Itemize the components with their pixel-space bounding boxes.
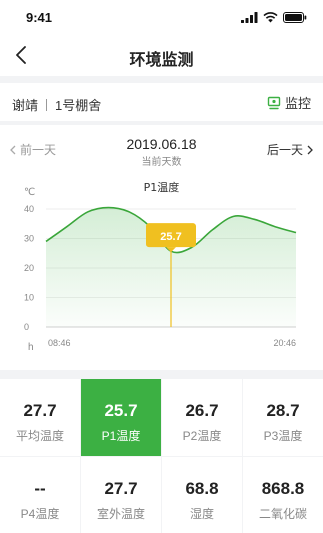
status-time: 9:41 [26,10,53,25]
chevron-right-icon [307,145,313,154]
wifi-icon [263,11,278,22]
next-day-button[interactable]: 后一天 [267,141,313,158]
y-tick-label: 30 [24,234,34,244]
chart-card: 前一天 2019.06.18 当前天数 后一天 0 10 20 30 40 ℃ h P1温度 0… [0,125,323,370]
stat-value: 27.7 [23,401,57,420]
greenhouse-info: 谢靖 1号棚舍 [12,95,101,114]
y-axis-unit: ℃ [24,187,35,198]
stat-value: 27.7 [104,479,138,498]
monitor-label: 监控 [284,96,311,111]
stat-value: 25.7 [104,401,138,420]
temperature-line-chart[interactable]: 0 10 20 30 40 ℃ h P1温度 08:46 20:46 25.7 [0,179,323,354]
info-divider [46,98,48,111]
signal-icon [241,11,258,23]
stat-value: 68.8 [185,479,219,498]
x-tick-label: 20:46 [273,338,296,348]
stat-card[interactable]: 28.7 P3温度 [243,379,323,456]
stat-label: 平均温度 [15,429,64,443]
stat-card[interactable]: 27.7 室外温度 [81,457,161,533]
stat-label: P1温度 [101,429,141,443]
monitor-button[interactable]: 监控 [267,93,311,112]
chart-title: P1温度 [144,180,180,194]
y-tick-label: 10 [24,293,34,303]
next-day-label: 后一天 [266,143,303,157]
stat-label: P2温度 [182,429,222,443]
tooltip-value: 25.7 [160,231,181,243]
stat-card[interactable]: 26.7 P2温度 [162,379,242,456]
battery-icon [283,11,307,23]
stat-value: 28.7 [266,401,300,420]
monitor-icon [267,96,281,109]
status-icons [241,11,307,23]
stat-card[interactable]: 25.7 P1温度 [81,379,161,456]
stat-card[interactable]: 68.8 湿度 [162,457,242,533]
y-tick-label: 20 [24,263,34,273]
stat-card[interactable]: 868.8 二氧化碳 [243,457,323,533]
stat-card[interactable]: 27.7 平均温度 [0,379,80,456]
stat-label: 湿度 [189,507,214,521]
stat-label: 室外温度 [96,507,145,521]
status-bar: 9:41 [0,0,323,34]
page-title: 环境监测 [129,52,194,69]
y-tick-label: 40 [24,204,34,214]
user-name: 谢靖 [12,98,39,113]
stat-value: -- [34,479,46,498]
stats-grid: 27.7 平均温度 25.7 P1温度 26.7 P2温度 28.7 P3温度 -- P4温度 27… [0,379,323,533]
x-axis-unit: h [28,342,34,353]
greenhouse-name: 1号棚舍 [55,98,102,113]
stat-value: 868.8 [261,479,305,498]
stat-card[interactable]: -- P4温度 [0,457,80,533]
stat-value: 26.7 [185,401,219,420]
y-tick-label: 0 [24,322,29,332]
stat-label: 二氧化碳 [258,507,307,521]
nav-bar: 环境监测 [0,34,323,76]
greenhouse-info-bar: 谢靖 1号棚舍 监控 [0,83,323,121]
stat-label: P3温度 [263,429,303,443]
x-tick-label: 08:46 [48,338,71,348]
stat-label: P4温度 [20,507,60,521]
